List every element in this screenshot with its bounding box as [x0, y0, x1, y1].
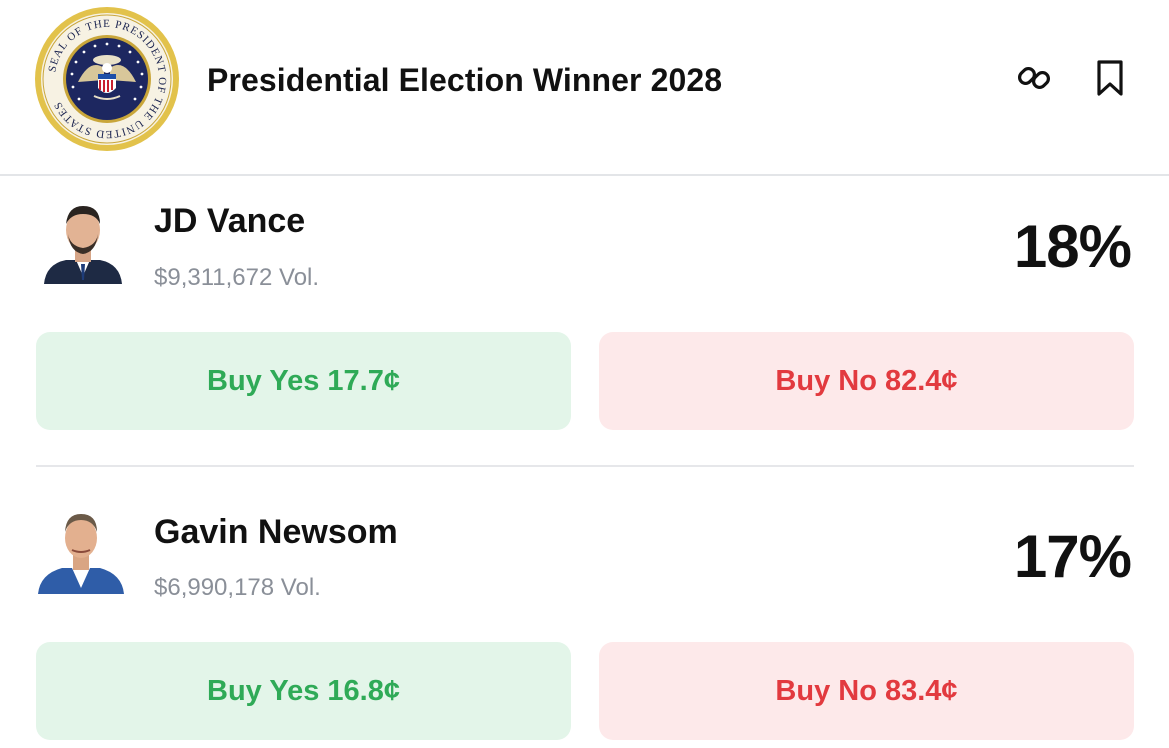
- candidate-volume: $6,990,178 Vol.: [154, 574, 321, 601]
- buy-no-button[interactable]: Buy No 82.4¢: [599, 332, 1134, 430]
- candidate-percent: 18%: [1013, 213, 1132, 280]
- candidate-name: JD Vance: [154, 202, 306, 240]
- link-icon[interactable]: [1014, 58, 1054, 98]
- presidential-seal-logo: SEAL OF THE PRESIDENT OF THE UNITED STAT…: [35, 7, 179, 151]
- page-title: Presidential Election Winner 2028: [207, 62, 723, 98]
- buy-yes-button[interactable]: Buy Yes 17.7¢: [36, 332, 571, 430]
- row-divider: [36, 465, 1134, 467]
- buy-no-button[interactable]: Buy No 83.4¢: [599, 642, 1134, 740]
- candidate-avatar: [38, 514, 124, 594]
- candidate-percent: 17%: [1013, 523, 1132, 590]
- header-divider: [0, 174, 1169, 176]
- market-header: SEAL OF THE PRESIDENT OF THE UNITED STAT…: [0, 0, 1169, 175]
- candidate-avatar: [44, 206, 122, 284]
- buy-yes-button[interactable]: Buy Yes 16.8¢: [36, 642, 571, 740]
- candidate-volume: $9,311,672 Vol.: [154, 264, 320, 291]
- bookmark-icon[interactable]: [1090, 58, 1130, 98]
- candidate-name: Gavin Newsom: [154, 513, 398, 551]
